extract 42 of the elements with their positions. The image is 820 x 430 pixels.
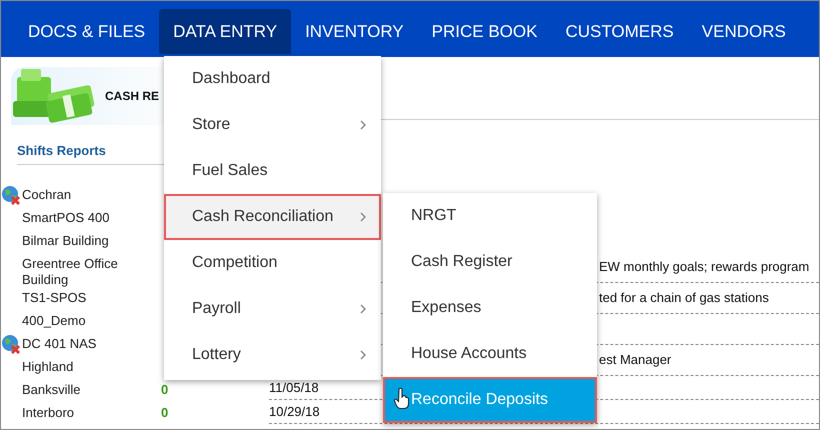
store-name[interactable]: TS1-SPOS xyxy=(22,288,157,306)
chevron-right-icon xyxy=(359,212,367,222)
store-name[interactable]: DC 401 NAS xyxy=(22,334,157,352)
menu-item[interactable]: Lottery xyxy=(164,332,381,378)
menu-item[interactable]: Fuel Sales xyxy=(164,148,381,194)
nav-tab[interactable]: PRICE BOOK xyxy=(418,9,552,54)
store-name[interactable]: Greentree Office Building xyxy=(22,254,157,288)
store-name[interactable]: 400_Demo xyxy=(22,311,157,329)
globe-error-icon xyxy=(1,185,21,205)
menu-item[interactable]: Store xyxy=(164,102,381,148)
menu-item[interactable]: Competition xyxy=(164,240,381,286)
description-cell: EW monthly goals; rewards program xyxy=(599,259,810,274)
hand-cursor-icon xyxy=(394,387,410,409)
chevron-right-icon xyxy=(359,350,367,360)
nav-tab[interactable]: DOCS & FILES xyxy=(14,9,160,54)
menu-item[interactable]: NRGT xyxy=(383,193,597,239)
store-name[interactable]: Cochran xyxy=(22,185,157,203)
nav-tab[interactable]: DATA ENTRY xyxy=(159,9,292,54)
nav-tab[interactable]: VENDORS xyxy=(688,9,800,54)
description-cell: ted for a chain of gas stations xyxy=(599,290,769,305)
store-value: 0 xyxy=(161,404,168,420)
chevron-right-icon xyxy=(359,304,367,314)
date-cell: 10/29/18 xyxy=(269,404,320,418)
store-name[interactable]: Bilmar Building xyxy=(22,231,157,249)
store-name[interactable]: Interboro xyxy=(22,403,157,421)
nav-tab[interactable]: INVENTORY xyxy=(291,9,418,54)
globe-error-icon xyxy=(1,334,21,354)
menu-item[interactable]: House Accounts xyxy=(383,331,597,377)
menu-item[interactable]: Dashboard xyxy=(164,56,381,102)
menu-item[interactable]: Cash Reconciliation xyxy=(164,194,381,240)
menu-item[interactable]: Cash Register xyxy=(383,239,597,285)
chevron-right-icon xyxy=(359,120,367,130)
store-name[interactable]: Highland xyxy=(22,357,157,375)
store-name[interactable]: SmartPOS 400 xyxy=(22,208,157,226)
store-value: 0 xyxy=(161,381,168,397)
page-title: CASH RE xyxy=(105,89,160,103)
description-cell: est Manager xyxy=(599,352,672,367)
date-cell: 11/05/18 xyxy=(269,380,319,394)
store-name[interactable]: Banksville xyxy=(22,380,157,398)
nav-tab[interactable]: CUSTOMERS xyxy=(551,9,688,54)
menu-item[interactable]: Payroll xyxy=(164,286,381,332)
menu-item[interactable]: Expenses xyxy=(383,285,597,331)
